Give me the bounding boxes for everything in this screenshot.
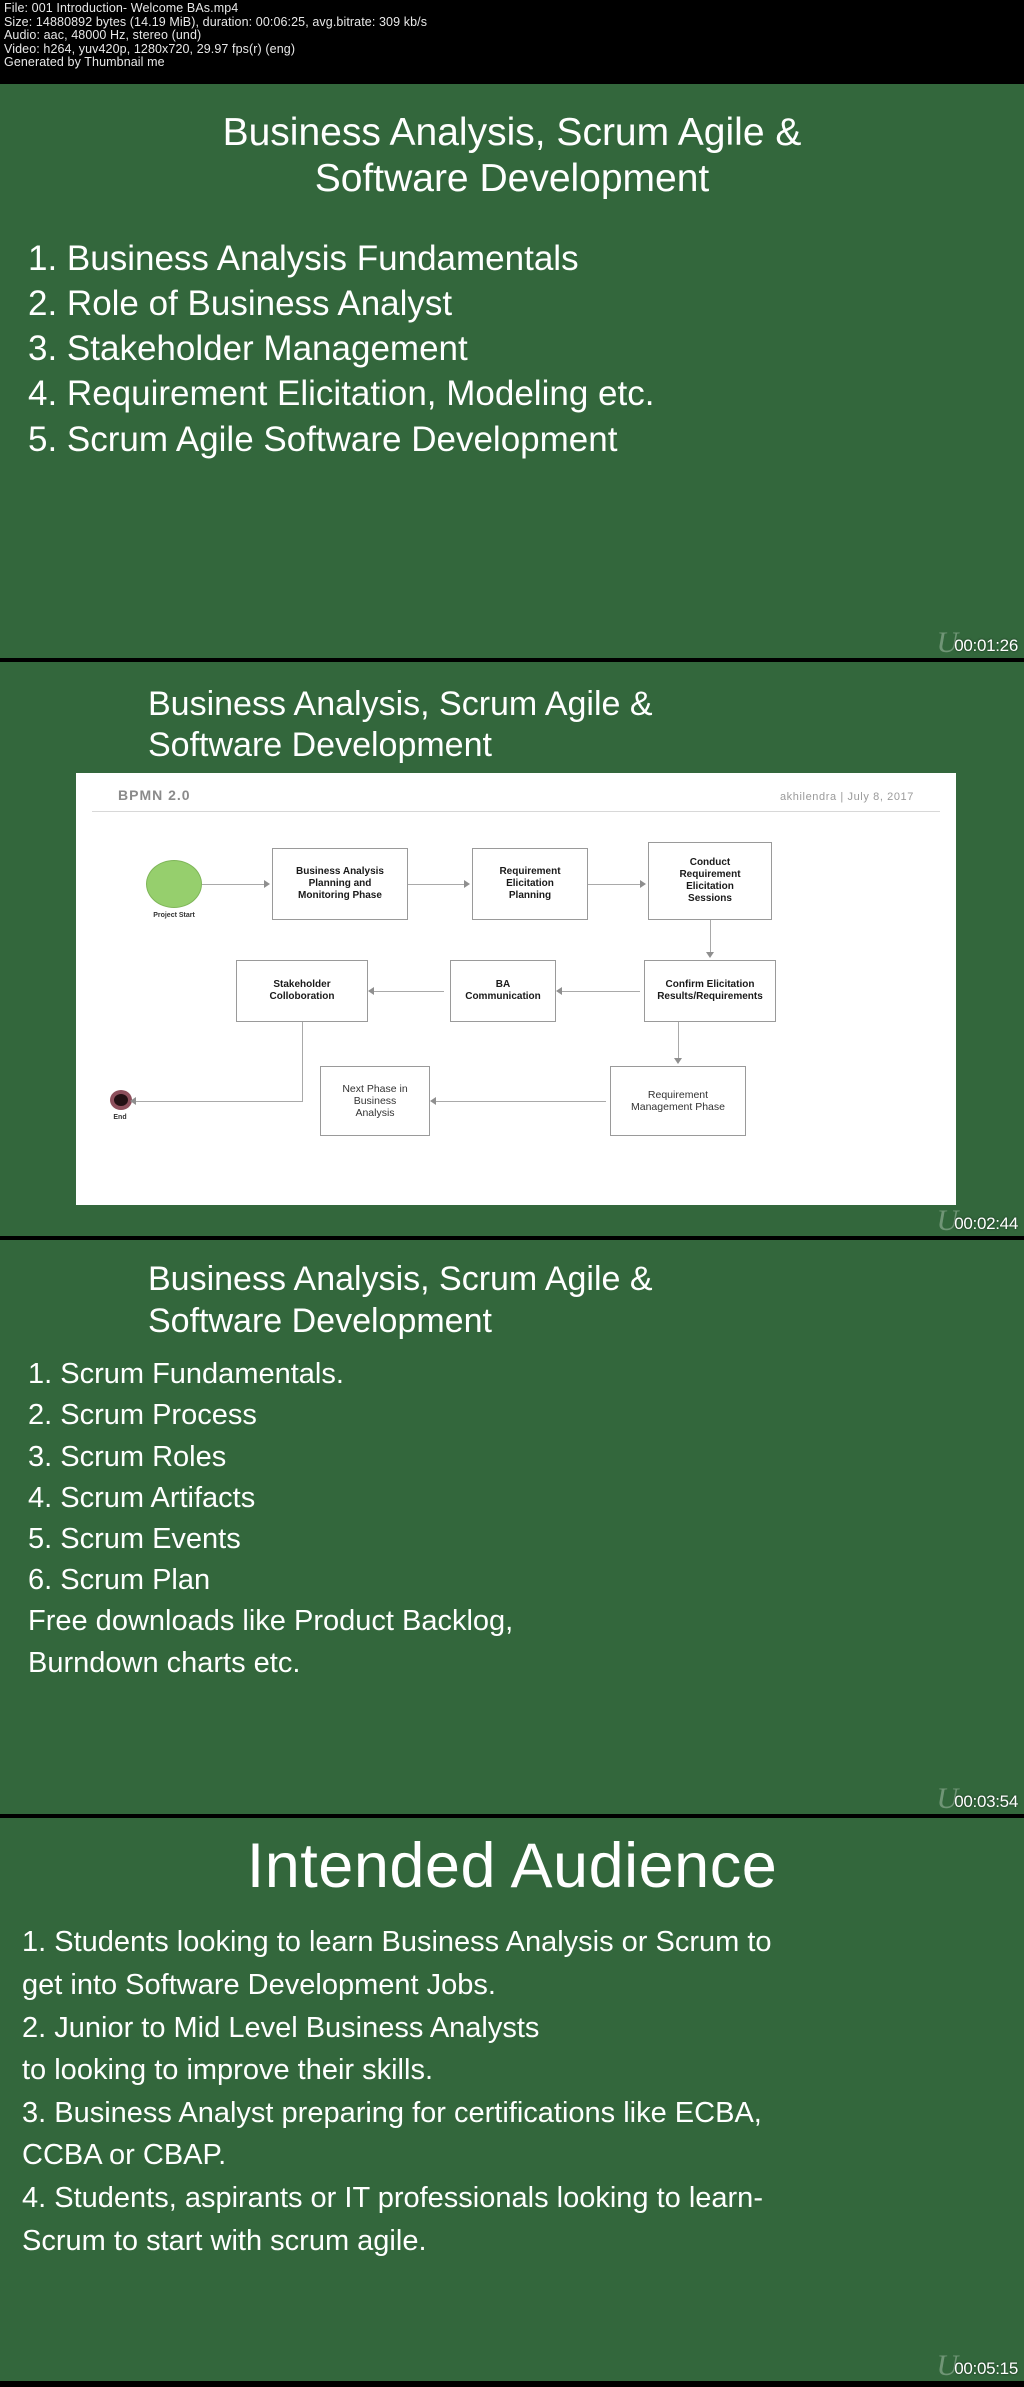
thumbnail-slide-4[interactable]: Intended Audience 1. Students looking to… — [0, 1818, 1024, 2381]
slide4-bullet-list: 1. Students looking to learn Business An… — [0, 1921, 1024, 2262]
list-item: 2. Scrum Process — [28, 1399, 257, 1432]
bpmn-card-header: BPMN 2.0 akhilendra | July 8, 2017 — [92, 773, 940, 812]
arrow-down-icon — [706, 952, 714, 958]
bpmn-node-stakeholder-collaboration: Stakeholder Colloboration — [236, 960, 368, 1022]
slide1-timestamp-overlay: U 00:01:26 — [937, 627, 1019, 656]
bpmn-node-requirement-management: Requirement Management Phase — [610, 1066, 746, 1136]
connector-reqmgmt-to-nextphase — [436, 1101, 606, 1102]
arrow-left-icon — [130, 1097, 136, 1105]
connector-conduct-to-confirm — [710, 920, 711, 954]
start-event-label: Project Start — [153, 912, 195, 919]
list-item: 6. Scrum Plan — [28, 1564, 211, 1597]
slide4-timestamp-overlay: U 00:05:15 — [937, 2350, 1019, 2379]
arrow-right-icon — [264, 880, 270, 888]
connector-elicitation-to-conduct — [588, 884, 642, 885]
list-item: Free downloads like Product Backlog, — [28, 1605, 514, 1638]
list-item: get into Software Development Jobs. — [22, 1968, 496, 2001]
bpmn-logo-label: BPMN 2.0 — [118, 787, 191, 803]
list-item: Scrum to start with scrum agile. — [22, 2224, 427, 2257]
timestamp-label: 00:05:15 — [954, 2359, 1018, 2378]
bpmn-node-elicitation-planning: Requirement Elicitation Planning — [472, 848, 588, 920]
bpmn-node-planning: Business Analysis Planning and Monitoring … — [272, 848, 408, 920]
connector-end-approach — [134, 1101, 228, 1102]
thumbnail-slide-3[interactable]: Business Analysis, Scrum Agile & Softwar… — [0, 1240, 1024, 1818]
list-item: 3. Business Analyst preparing for certif… — [22, 2096, 762, 2129]
slide3-title-line-1: Business Analysis, Scrum Agile & — [148, 1260, 653, 1298]
meta-line-file: File: 001 Introduction- Welcome BAs.mp4 — [4, 1, 239, 15]
slide4-title: Intended Audience — [246, 1831, 778, 1901]
list-item: 4. Requirement Elicitation, Modeling etc… — [28, 374, 655, 414]
meta-line-video: Video: h264, yuv420p, 1280x720, 29.97 fp… — [4, 41, 296, 56]
list-item: 4. Scrum Artifacts — [28, 1481, 256, 1514]
connector-planning-to-elicitation — [408, 884, 466, 885]
arrow-left-icon — [368, 987, 374, 995]
slide1-bullet-list: 1. Business Analysis Fundamentals 2. Rol… — [0, 236, 1024, 462]
connector-start-to-planning — [202, 884, 266, 885]
list-item: 4. Students, aspirants or IT professiona… — [22, 2182, 763, 2215]
file-metadata-header: File: 001 Introduction- Welcome BAs.mp4 … — [0, 0, 1024, 84]
bpmn-byline: akhilendra | July 8, 2017 — [779, 791, 914, 803]
arrow-left-icon — [430, 1097, 436, 1105]
slide2-title-line-2: Software Development — [148, 726, 492, 765]
list-item: 2. Junior to Mid Level Business Analysts — [22, 2011, 540, 2044]
meta-line-audio: Audio: aac, 48000 Hz, stereo (und) — [4, 28, 202, 43]
bpmn-diagram-card: BPMN 2.0 akhilendra | July 8, 2017 Proje… — [76, 773, 956, 1205]
list-item: 1. Students looking to learn Business An… — [22, 1926, 772, 1959]
end-event-icon — [110, 1090, 132, 1110]
list-item: Burndown charts etc. — [28, 1646, 301, 1679]
arrow-down-icon — [674, 1058, 682, 1064]
timestamp-label: 00:02:44 — [954, 1214, 1018, 1233]
bpmn-node-confirm-results: Confirm Elicitation Results/Requirements — [644, 960, 776, 1022]
bpmn-node-next-phase: Next Phase in Business Analysis — [320, 1066, 430, 1136]
bpmn-node-conduct-sessions: Conduct Requirement Elicitation Sessions — [648, 842, 772, 920]
end-event-label: End — [113, 1114, 127, 1121]
slide1-title: Business Analysis, Scrum Agile & Softwar… — [0, 110, 1024, 202]
connector-to-end — [226, 1101, 303, 1102]
slide3-bullet-list: 1. Scrum Fundamentals. 2. Scrum Process … — [0, 1354, 1024, 1683]
arrow-left-icon — [556, 987, 562, 995]
timestamp-label: 00:01:26 — [954, 636, 1018, 655]
start-event-icon — [146, 860, 202, 908]
slide1-title-line-2: Software Development — [314, 157, 710, 201]
connector-confirm-to-reqmgmt — [678, 1022, 679, 1060]
list-item: 3. Stakeholder Management — [28, 329, 468, 369]
list-item: 1. Business Analysis Fundamentals — [28, 239, 579, 279]
list-item: 2. Role of Business Analyst — [28, 284, 453, 324]
thumbnail-slide-1[interactable]: Business Analysis, Scrum Agile & Softwar… — [0, 84, 1024, 662]
slide3-timestamp-overlay: U 00:03:54 — [937, 1783, 1019, 1812]
slide2-title: Business Analysis, Scrum Agile & Softwar… — [0, 684, 1024, 767]
timestamp-label: 00:03:54 — [954, 1792, 1018, 1811]
connector-ba-to-stakeholder — [374, 991, 444, 992]
meta-line-size: Size: 14880892 bytes (14.19 MiB), durati… — [4, 14, 428, 29]
arrow-right-icon — [464, 880, 470, 888]
thumbnail-contact-sheet: Business Analysis, Scrum Agile & Softwar… — [0, 84, 1024, 2381]
slide3-title-line-2: Software Development — [148, 1302, 492, 1341]
bpmn-node-ba-communication: BA Communication — [450, 960, 556, 1022]
connector-stakeholder-down — [302, 1022, 303, 1101]
list-item: CCBA or CBAP. — [22, 2139, 227, 2172]
slide2-timestamp-overlay: U 00:02:44 — [937, 1205, 1019, 1234]
list-item: 5. Scrum Agile Software Development — [28, 419, 618, 459]
arrow-right-icon — [640, 880, 646, 888]
thumbnail-slide-2[interactable]: Business Analysis, Scrum Agile & Softwar… — [0, 662, 1024, 1240]
list-item: 5. Scrum Events — [28, 1523, 241, 1555]
list-item: 3. Scrum Roles — [28, 1440, 227, 1473]
slide1-title-line-1: Business Analysis, Scrum Agile & — [222, 111, 802, 154]
connector-confirm-to-ba — [562, 991, 640, 992]
bpmn-canvas: Project Start Business Analysis Planning … — [76, 812, 956, 1182]
meta-line-generator: Generated by Thumbnail me — [4, 55, 165, 70]
list-item: 1. Scrum Fundamentals. — [28, 1358, 344, 1391]
list-item: to looking to improve their skills. — [22, 2054, 433, 2087]
slide2-title-line-1: Business Analysis, Scrum Agile & — [148, 685, 653, 723]
slide3-title: Business Analysis, Scrum Agile & Softwar… — [0, 1258, 1024, 1342]
